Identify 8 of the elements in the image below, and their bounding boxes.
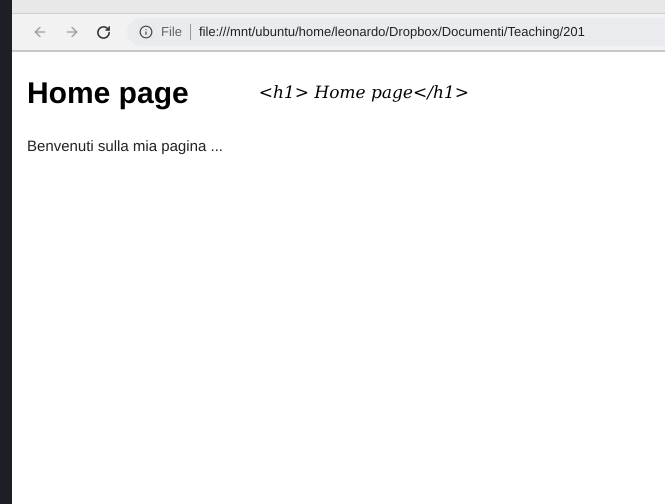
- info-icon[interactable]: [139, 25, 153, 39]
- page-heading: Home page: [27, 76, 189, 112]
- page-paragraph: Benvenuti sulla mia pagina ...: [27, 137, 224, 157]
- address-bar[interactable]: File file:///mnt/ubuntu/home/leonardo/Dropbox/Documenti/Teaching/201: [127, 18, 665, 46]
- reload-icon[interactable]: [96, 24, 111, 40]
- security-label: File: [161, 24, 191, 40]
- handwritten-annotation: <h1> Home page</h1>: [258, 82, 469, 106]
- url-text: file:///mnt/ubuntu/home/leonardo/Dropbox/Documenti/Teaching/201: [198, 23, 585, 42]
